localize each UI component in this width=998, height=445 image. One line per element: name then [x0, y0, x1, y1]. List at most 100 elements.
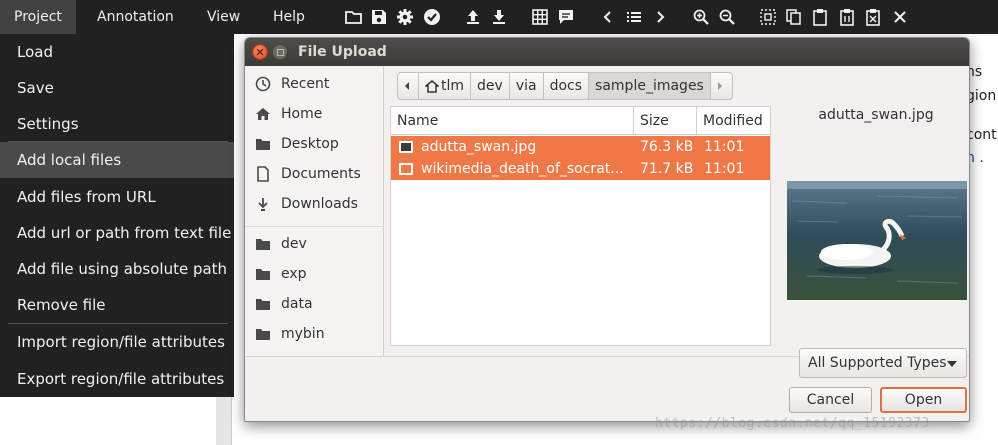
home-icon: [254, 105, 272, 123]
place-label: exp: [281, 266, 307, 282]
file-list-header: Name Size Modified: [391, 107, 770, 135]
file-name: wikimedia_death_of_socrat...: [421, 161, 624, 177]
page-text-snippet: conti: [966, 127, 998, 143]
menu-item-add-local-files[interactable]: Add local files: [0, 142, 234, 178]
place-data[interactable]: data: [245, 290, 384, 318]
place-desktop[interactable]: Desktop: [245, 130, 384, 158]
folder-open-icon[interactable]: [343, 6, 365, 28]
places-sidebar: Recent Home Desktop Documents Downloads …: [245, 66, 384, 356]
file-type-filter-select[interactable]: All Supported Types: [799, 348, 967, 378]
place-label: mybin: [281, 326, 325, 342]
top-menubar: Project Annotation View Help: [0, 0, 998, 34]
menu-annotation[interactable]: Annotation: [83, 0, 188, 34]
document-icon: [254, 165, 272, 183]
file-modified: 11:01: [704, 161, 745, 177]
download-icon: [254, 195, 272, 213]
window-close-icon[interactable]: ✕: [252, 44, 268, 60]
filter-value: All Supported Types: [808, 355, 947, 371]
file-list: Name Size Modified adutta_swan.jpg 76.3 …: [390, 106, 771, 346]
breadcrumb-forward-icon[interactable]: [710, 72, 733, 100]
image-file-icon: [399, 163, 413, 175]
cancel-button[interactable]: Cancel: [789, 387, 872, 413]
file-row[interactable]: adutta_swan.jpg 76.3 kB 11:01: [391, 136, 770, 158]
page-text-snippet: gion: [966, 88, 997, 104]
place-label: Home: [281, 106, 323, 122]
menu-view[interactable]: View: [193, 0, 254, 34]
upload-icon[interactable]: [462, 6, 484, 28]
place-label: dev: [281, 236, 307, 252]
paste-icon[interactable]: [809, 6, 831, 28]
image-file-icon: [399, 141, 413, 153]
close-icon[interactable]: [889, 6, 911, 28]
file-modified: 11:01: [704, 139, 745, 155]
grid-icon[interactable]: [529, 6, 551, 28]
dialog-titlebar: ✕ File Upload: [245, 38, 969, 66]
breadcrumb-back-icon[interactable]: [397, 72, 419, 100]
comment-icon[interactable]: [555, 6, 577, 28]
select-all-icon[interactable]: [757, 6, 779, 28]
breadcrumb-via[interactable]: via: [509, 72, 544, 100]
file-size: 71.7 kB: [640, 161, 694, 177]
watermark-text: https://blog.csdn.net/qq_15192373: [655, 416, 930, 431]
place-label: Downloads: [281, 196, 358, 212]
file-size: 76.3 kB: [640, 139, 694, 155]
list-icon[interactable]: [623, 6, 645, 28]
places-divider: [245, 226, 384, 227]
paste-special-icon[interactable]: [836, 6, 858, 28]
gear-icon[interactable]: [394, 6, 416, 28]
breadcrumb-sample-images[interactable]: sample_images: [589, 72, 711, 100]
file-row[interactable]: wikimedia_death_of_socrat... 71.7 kB 11:…: [391, 158, 770, 180]
preview-image-swan: [787, 181, 967, 300]
column-header-name[interactable]: Name: [391, 107, 634, 135]
download-icon[interactable]: [488, 6, 510, 28]
caret-down-icon: [947, 361, 957, 367]
folder-icon: [254, 135, 272, 153]
menu-item-add-files-from-url[interactable]: Add files from URL: [0, 179, 234, 215]
place-dev[interactable]: dev: [245, 230, 384, 258]
clock-icon: [254, 75, 272, 93]
menu-item-export-attributes[interactable]: Export region/file attributes: [0, 361, 234, 397]
menu-project[interactable]: Project: [0, 0, 76, 34]
place-label: Recent: [281, 76, 330, 92]
column-header-size[interactable]: Size: [634, 107, 697, 135]
menu-item-settings[interactable]: Settings: [0, 106, 234, 142]
place-label: data: [281, 296, 313, 312]
check-circle-icon[interactable]: [421, 6, 443, 28]
zoom-in-icon[interactable]: [690, 6, 712, 28]
zoom-out-icon[interactable]: [716, 6, 738, 28]
menu-item-save[interactable]: Save: [0, 70, 234, 106]
chevron-left-icon[interactable]: [597, 6, 619, 28]
place-label: Documents: [281, 166, 361, 182]
project-dropdown-menu: Load Save Settings Add local files Add f…: [0, 34, 234, 397]
folder-icon: [254, 295, 272, 313]
place-downloads[interactable]: Downloads: [245, 190, 384, 218]
dialog-title: File Upload: [298, 44, 387, 60]
breadcrumb-tlm[interactable]: tlm: [419, 72, 472, 100]
menu-item-remove-file[interactable]: Remove file: [0, 287, 234, 323]
column-header-modified[interactable]: Modified: [697, 107, 772, 135]
breadcrumb-dev[interactable]: dev: [471, 72, 510, 100]
place-label: Desktop: [281, 136, 339, 152]
path-breadcrumb: tlm dev via docs sample_images: [397, 72, 733, 100]
open-button[interactable]: Open: [880, 387, 967, 413]
place-home[interactable]: Home: [245, 100, 384, 128]
breadcrumb-label: tlm: [441, 78, 465, 94]
menu-help[interactable]: Help: [259, 0, 319, 34]
save-icon[interactable]: [368, 6, 390, 28]
menu-item-add-file-absolute-path[interactable]: Add file using absolute path: [0, 251, 234, 287]
place-exp[interactable]: exp: [245, 260, 384, 288]
menu-item-load[interactable]: Load: [0, 34, 234, 70]
menu-item-add-url-from-text-file[interactable]: Add url or path from text file: [0, 215, 234, 251]
menu-item-import-attributes[interactable]: Import region/file attributes: [0, 324, 234, 360]
folder-icon: [254, 265, 272, 283]
copy-icon[interactable]: [783, 6, 805, 28]
delete-icon[interactable]: [862, 6, 884, 28]
folder-icon: [254, 235, 272, 253]
place-documents[interactable]: Documents: [245, 160, 384, 188]
file-upload-dialog: ✕ File Upload Recent Home Desktop Docume…: [244, 37, 970, 422]
place-recent[interactable]: Recent: [245, 70, 384, 98]
place-mybin[interactable]: mybin: [245, 320, 384, 348]
window-maximize-icon[interactable]: [272, 44, 288, 60]
chevron-right-icon[interactable]: [649, 6, 671, 28]
breadcrumb-docs[interactable]: docs: [543, 72, 590, 100]
